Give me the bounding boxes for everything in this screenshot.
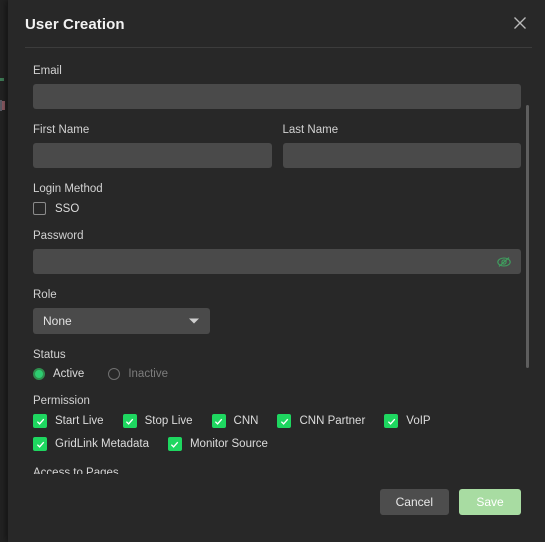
sso-checkbox-row[interactable]: SSO — [33, 202, 521, 215]
sso-label: SSO — [55, 202, 80, 215]
check-icon — [211, 414, 226, 428]
permission-voip[interactable]: VoIP — [384, 414, 431, 428]
role-field-group: Role None — [33, 288, 521, 334]
chevron-down-icon — [189, 318, 199, 324]
status-radio-row: Active Inactive — [33, 368, 521, 380]
status-inactive-label: Inactive — [128, 368, 168, 380]
check-icon — [167, 437, 182, 451]
status-radio-active[interactable]: Active — [33, 368, 84, 380]
password-label: Password — [33, 230, 84, 242]
permission-stop-live[interactable]: Stop Live — [122, 414, 193, 428]
email-label: Email — [33, 65, 62, 77]
modal-footer: Cancel Save — [8, 474, 545, 542]
status-group: Status Active Inactive — [33, 348, 521, 380]
last-name-input[interactable] — [282, 143, 521, 168]
radio-unselected-icon — [108, 368, 121, 380]
permission-label-cnn-partner: CNN Partner — [299, 415, 366, 427]
check-icon — [122, 414, 137, 428]
permission-cnn[interactable]: CNN — [211, 414, 259, 428]
permission-label: Permission — [33, 395, 90, 407]
role-selected-value: None — [43, 314, 72, 328]
permission-row-2: GridLink Metadata Monitor Source — [33, 437, 521, 451]
permission-group: Permission Start Live Stop Live CNN CNN … — [33, 394, 521, 451]
status-radio-inactive[interactable]: Inactive — [108, 368, 168, 380]
check-icon — [33, 437, 47, 451]
email-input[interactable] — [33, 84, 521, 109]
password-input[interactable] — [33, 249, 521, 274]
close-icon[interactable] — [508, 11, 532, 35]
save-button[interactable]: Save — [459, 489, 521, 515]
radio-selected-icon — [33, 368, 45, 380]
status-label: Status — [33, 349, 66, 361]
permission-label-stop-live: Stop Live — [144, 415, 193, 427]
permission-gridlink-metadata[interactable]: GridLink Metadata — [33, 437, 149, 451]
last-name-field-group: Last Name — [282, 123, 521, 168]
permission-label-cnn: CNN — [233, 415, 259, 427]
cancel-button[interactable]: Cancel — [379, 489, 449, 515]
modal-title: User Creation — [25, 15, 125, 33]
access-to-pages-label: Access to Pages — [33, 467, 119, 474]
permission-monitor-source[interactable]: Monitor Source — [167, 437, 268, 451]
first-name-label: First Name — [33, 124, 90, 136]
login-method-group: Login Method SSO — [33, 182, 521, 215]
modal-scroll-body: Email First Name Last Name Login Method … — [8, 48, 545, 474]
check-icon — [33, 414, 47, 428]
permission-start-live[interactable]: Start Live — [33, 414, 104, 428]
password-input-wrap — [33, 249, 521, 274]
name-field-row: First Name Last Name — [33, 123, 521, 168]
modal-header: User Creation — [8, 0, 545, 48]
role-label: Role — [33, 289, 57, 301]
email-field-group: Email — [33, 64, 521, 109]
eye-off-icon[interactable] — [495, 253, 513, 271]
check-icon — [277, 414, 292, 428]
role-select[interactable]: None — [33, 308, 210, 334]
status-active-label: Active — [53, 368, 85, 380]
permission-label-voip: VoIP — [406, 415, 431, 427]
permission-cnn-partner[interactable]: CNN Partner — [277, 414, 365, 428]
sso-checkbox[interactable] — [33, 202, 46, 215]
backdrop-pink-mark — [2, 101, 5, 110]
permission-label-monitor-source: Monitor Source — [189, 438, 268, 450]
backdrop-accent-mark — [0, 78, 4, 81]
permission-row-1: Start Live Stop Live CNN CNN Partner VoI… — [33, 414, 521, 428]
permission-label-start-live: Start Live — [55, 415, 104, 427]
last-name-label: Last Name — [282, 124, 339, 136]
password-field-group: Password — [33, 229, 521, 274]
user-creation-modal: User Creation Email First Name Last Name — [8, 0, 545, 542]
first-name-input[interactable] — [33, 143, 272, 168]
scrollbar-thumb[interactable] — [526, 105, 529, 368]
login-method-label: Login Method — [33, 183, 103, 195]
permission-label-gridlink-metadata: GridLink Metadata — [55, 438, 149, 450]
check-icon — [384, 414, 399, 428]
first-name-field-group: First Name — [33, 123, 272, 168]
